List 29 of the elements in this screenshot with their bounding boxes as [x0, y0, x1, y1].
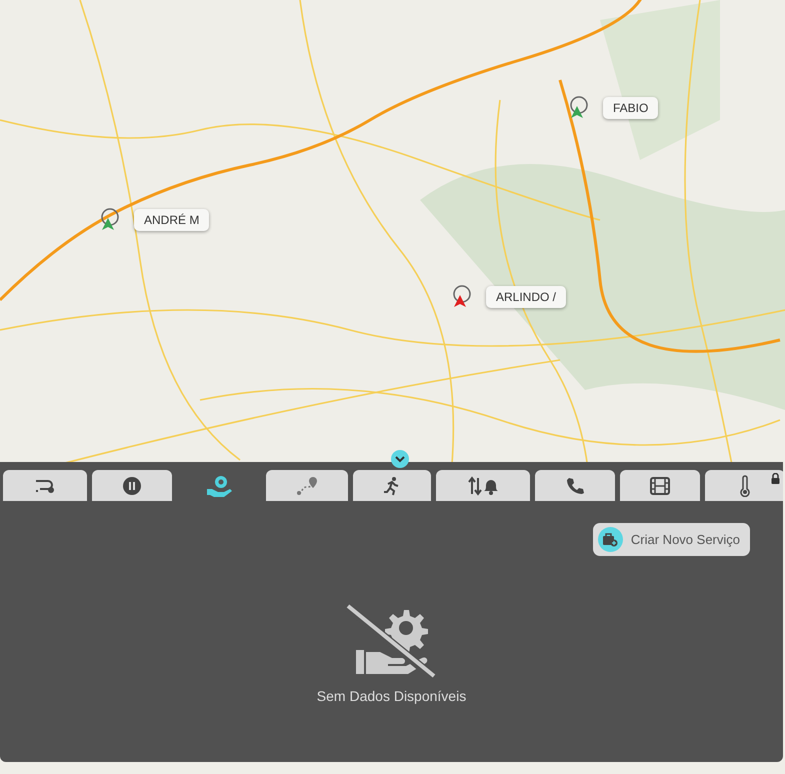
chevron-down-icon	[395, 456, 405, 462]
vehicle-arrow-icon[interactable]	[454, 295, 466, 307]
tab[interactable]	[705, 470, 783, 501]
vehicle-label: FABIO	[603, 97, 658, 119]
ring-icon	[101, 208, 119, 226]
tab[interactable]	[535, 470, 615, 501]
sort-bell-icon	[468, 476, 498, 496]
briefcase-plus-icon	[602, 532, 618, 546]
tab[interactable]	[436, 470, 530, 501]
vehicle-arrow-icon[interactable]	[102, 218, 114, 230]
lock-icon	[771, 473, 780, 484]
tab[interactable]	[353, 470, 431, 501]
running-person-icon	[383, 476, 401, 496]
film-icon	[650, 476, 670, 494]
pause-icon	[122, 476, 142, 496]
route-pin-icon	[296, 476, 318, 496]
empty-state-text: Sem Dados Disponíveis	[316, 688, 466, 704]
ring-icon	[453, 285, 471, 303]
tab[interactable]	[92, 470, 172, 501]
vehicle-label: ARLINDO /	[486, 286, 566, 308]
ring-icon	[570, 96, 588, 114]
thermometer-icon	[739, 474, 751, 496]
collapse-button[interactable]	[391, 450, 409, 468]
tab[interactable]	[3, 470, 87, 501]
vehicle-label: ANDRÉ M	[134, 209, 210, 231]
vehicle-arrow-icon[interactable]	[571, 106, 583, 118]
phone-icon	[566, 476, 584, 494]
new-service-button[interactable]: Criar Novo Serviço	[592, 523, 750, 556]
tab[interactable]	[620, 470, 700, 501]
